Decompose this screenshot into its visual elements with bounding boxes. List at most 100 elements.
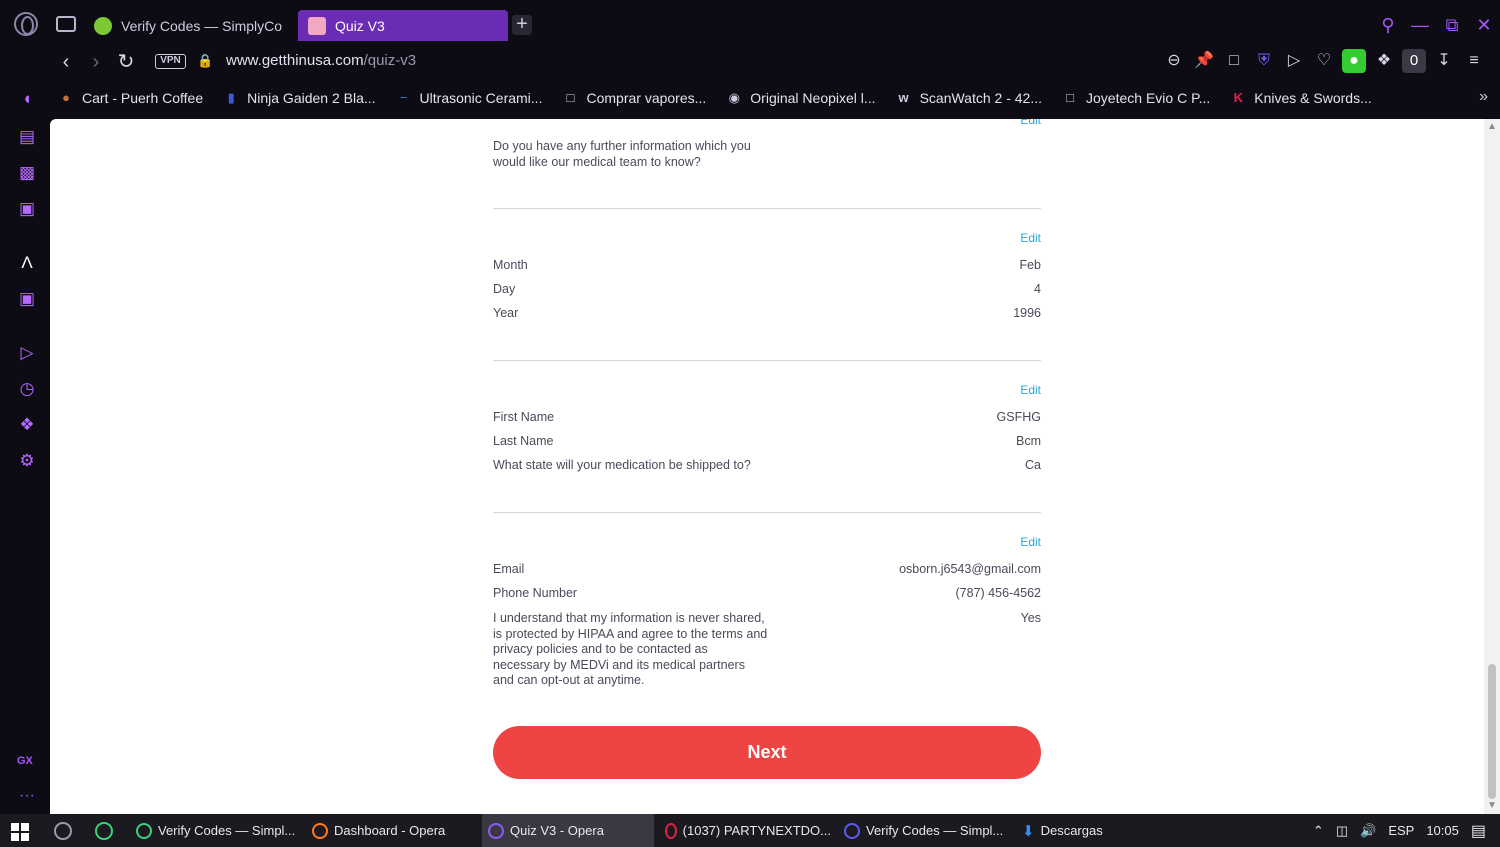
edit-link[interactable]: Edit [1020, 535, 1041, 549]
shield-icon[interactable]: ⛨ [1252, 49, 1276, 73]
question-label: Do you have any further information whic… [493, 139, 751, 169]
aria-icon[interactable]: Λ [16, 252, 38, 274]
bookmark-item[interactable]: ◉ Original Neopixel l... [726, 90, 876, 106]
scroll-thumb[interactable] [1488, 664, 1496, 799]
bookmark-item[interactable]: ● Cart - Puerh Coffee [58, 90, 203, 106]
bookmark-item[interactable]: − Ultrasonic Cerami... [396, 90, 543, 106]
bookmark-item[interactable]: □ Comprar vapores... [562, 90, 707, 106]
window-controls: ⚲ — ⧉ ✕ [1372, 10, 1500, 40]
extensions-icon[interactable]: ❖ [16, 414, 38, 436]
bookmarks-bar: ● Cart - Puerh Coffee ▮ Ninja Gaiden 2 Bla… [50, 84, 1500, 112]
simplycodes-icon [94, 16, 112, 35]
sidebar-more-icon[interactable]: ··· [19, 787, 35, 805]
lock-icon[interactable]: 🔒 [197, 53, 213, 69]
clock[interactable]: 10:05 [1426, 823, 1459, 838]
scroll-up-icon[interactable]: ▲ [1487, 121, 1497, 132]
tab-quiz-v3[interactable]: Quiz V3 [298, 10, 508, 41]
url-host: www.getthinusa.com [226, 52, 364, 69]
minimize-button[interactable]: — [1404, 10, 1436, 40]
pin-icon[interactable]: 📌 [1192, 49, 1216, 73]
taskbar-app[interactable]: Dashboard - Opera [306, 814, 478, 847]
gamepad-icon: ▮ [227, 90, 235, 105]
url-field[interactable]: www.getthinusa.com/quiz-v3 [226, 52, 416, 69]
notifications-icon[interactable]: ▤ [1471, 821, 1486, 841]
page-icon: □ [566, 90, 575, 105]
knife-icon: − [399, 90, 408, 105]
puzzle-extensions-icon[interactable]: ❖ [1372, 49, 1396, 73]
bookmark-item[interactable]: ▮ Ninja Gaiden 2 Bla... [223, 90, 376, 106]
menu-icon[interactable]: ≡ [1462, 49, 1486, 73]
chevron-up-icon[interactable]: ⌃ [1313, 823, 1324, 839]
new-tab-button[interactable]: + [512, 14, 532, 35]
close-button[interactable]: ✕ [1468, 10, 1500, 40]
heart-icon[interactable]: ♡ [1312, 49, 1336, 73]
next-button[interactable]: Next [493, 726, 1041, 779]
twitch-icon[interactable]: ▣ [16, 288, 38, 310]
history-icon[interactable]: ◷ [16, 378, 38, 400]
taskbar-app[interactable]: Quiz V3 - Opera [482, 814, 654, 847]
vpn-badge[interactable]: VPN [155, 54, 186, 69]
taskbar-app[interactable]: Verify Codes — Simpl... [130, 814, 302, 847]
opera-logo-icon[interactable] [14, 12, 38, 36]
edit-link[interactable]: Edit [1020, 231, 1041, 245]
answer-value: GSFHG [996, 410, 1041, 424]
edit-link[interactable]: Edit [1020, 383, 1041, 397]
opera-gx-pin-icon[interactable] [95, 822, 113, 840]
back-button[interactable]: ‹ [54, 50, 78, 74]
answer-value: 4 [1034, 282, 1041, 296]
windows-taskbar: Verify Codes — Simpl... Dashboard - Oper… [0, 814, 1500, 847]
scroll-down-icon[interactable]: ▼ [1487, 800, 1497, 811]
restore-button[interactable]: ⧉ [1436, 10, 1468, 40]
w-logo-icon: w [898, 90, 909, 105]
search-icon[interactable]: ⚲ [1372, 10, 1404, 40]
speed-dial-icon[interactable]: ◖ [16, 88, 38, 110]
page-scrollbar[interactable]: ▲ ▼ [1484, 119, 1500, 814]
question-label: Year [493, 306, 519, 320]
opera-gx-icon [136, 822, 152, 839]
reload-button[interactable]: ↻ [114, 50, 138, 74]
messenger-icon[interactable]: ▣ [16, 198, 38, 220]
question-label: Email [493, 562, 525, 576]
forward-button[interactable]: › [84, 50, 108, 74]
system-tray: ⌃ ◫ 🔊 ESP 10:05 ▤ [1313, 814, 1486, 847]
play-icon[interactable]: ▷ [1282, 49, 1306, 73]
language-indicator[interactable]: ESP [1388, 823, 1414, 838]
question-label: Phone Number [493, 586, 578, 600]
gx-tracker-icon[interactable]: ▩ [16, 162, 38, 184]
page-icon: □ [1066, 90, 1074, 105]
section-divider [493, 512, 1041, 513]
download-icon[interactable]: ↧ [1432, 49, 1456, 73]
section-divider [493, 360, 1041, 361]
opera-pin-icon[interactable] [54, 822, 72, 840]
windows-start-icon[interactable] [11, 823, 29, 841]
taskbar-app[interactable]: Verify Codes — Simpl... [838, 814, 1010, 847]
gx-control-button[interactable]: GX [17, 755, 33, 767]
bookmarks-more-icon[interactable]: » [1479, 88, 1488, 106]
edit-link[interactable]: Edit [1020, 119, 1041, 127]
coffee-icon: ● [62, 90, 70, 105]
taskbar-app[interactable]: ⬇ Descargas [1016, 814, 1136, 847]
answer-value: Yes [1020, 611, 1041, 625]
extension-badge[interactable]: 0 [1402, 49, 1426, 73]
section-divider [493, 208, 1041, 209]
network-icon[interactable]: ◫ [1336, 823, 1348, 839]
opera-gx-icon [665, 822, 677, 839]
bookmark-item[interactable]: w ScanWatch 2 - 42... [896, 90, 1043, 106]
bookmark-item[interactable]: K Knives & Swords... [1230, 90, 1372, 106]
bookmark-item[interactable]: □ Joyetech Evio C P... [1062, 90, 1210, 106]
tab-verify-codes[interactable]: Verify Codes — SimplyCo [84, 10, 292, 41]
settings-gear-icon[interactable]: ⚙ [16, 450, 38, 472]
snapshot-icon[interactable]: □ [1222, 49, 1246, 73]
browser-titlebar: Verify Codes — SimplyCo Quiz V3 + ⚲ — ⧉ … [0, 0, 1500, 44]
taskbar-app[interactable]: (1037) PARTYNEXTDO... [659, 814, 831, 847]
tab-label: Quiz V3 [335, 17, 385, 34]
volume-icon[interactable]: 🔊 [1360, 823, 1376, 839]
zoom-out-icon[interactable]: ⊖ [1162, 49, 1186, 73]
player-icon[interactable]: ▷ [16, 342, 38, 364]
answer-value: Bcm [1016, 434, 1041, 448]
gx-corner-icon[interactable]: ▤ [16, 126, 38, 148]
tab-manager-icon[interactable] [56, 16, 76, 32]
question-label: First Name [493, 410, 555, 424]
extension-vpn-icon[interactable]: ● [1342, 49, 1366, 73]
page-viewport: Edit Do you have any further information… [50, 119, 1484, 814]
